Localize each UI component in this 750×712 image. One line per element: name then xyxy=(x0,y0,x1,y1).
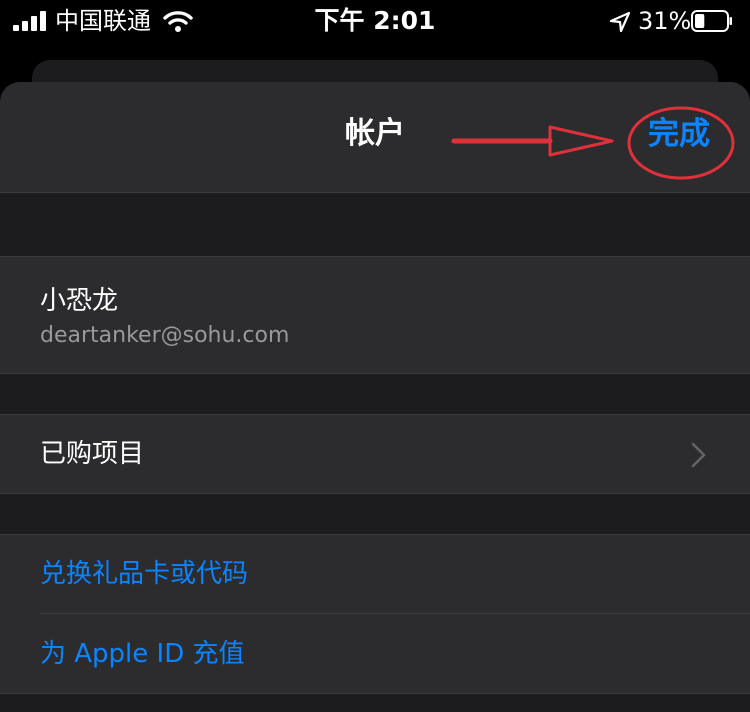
battery-fill xyxy=(695,14,705,28)
annotation-arrow xyxy=(451,125,614,157)
account-email: deartanker@sohu.com xyxy=(40,323,290,348)
battery-icon xyxy=(691,10,732,32)
account-info-cell[interactable]: 小恐龙 deartanker@sohu.com xyxy=(0,256,750,374)
row-separator xyxy=(40,613,750,614)
add-funds-link[interactable]: 为 Apple ID 充值 xyxy=(40,637,245,671)
account-sheet: 帐户 完成 小恐龙 deartanker@sohu.com 已购项目 兑换礼品卡… xyxy=(0,82,750,712)
status-bar: 中国联通 下午 2:01 31% xyxy=(0,0,750,42)
account-name: 小恐龙 xyxy=(40,286,119,316)
battery-percent: 31% xyxy=(638,7,692,35)
location-arrow-icon xyxy=(609,11,631,33)
purchased-row[interactable]: 已购项目 xyxy=(0,414,750,494)
nav-bar: 帐户 完成 xyxy=(0,82,750,193)
screen: 中国联通 下午 2:01 31% 帐户 完成 小恐龙 deartanker@so… xyxy=(0,0,750,712)
redeem-gift-card-link[interactable]: 兑换礼品卡或代码 xyxy=(40,557,248,591)
purchased-label: 已购项目 xyxy=(40,439,145,469)
annotation-circle xyxy=(627,106,735,180)
chevron-right-icon xyxy=(691,442,706,468)
links-group: 兑换礼品卡或代码 为 Apple ID 充值 xyxy=(0,534,750,694)
